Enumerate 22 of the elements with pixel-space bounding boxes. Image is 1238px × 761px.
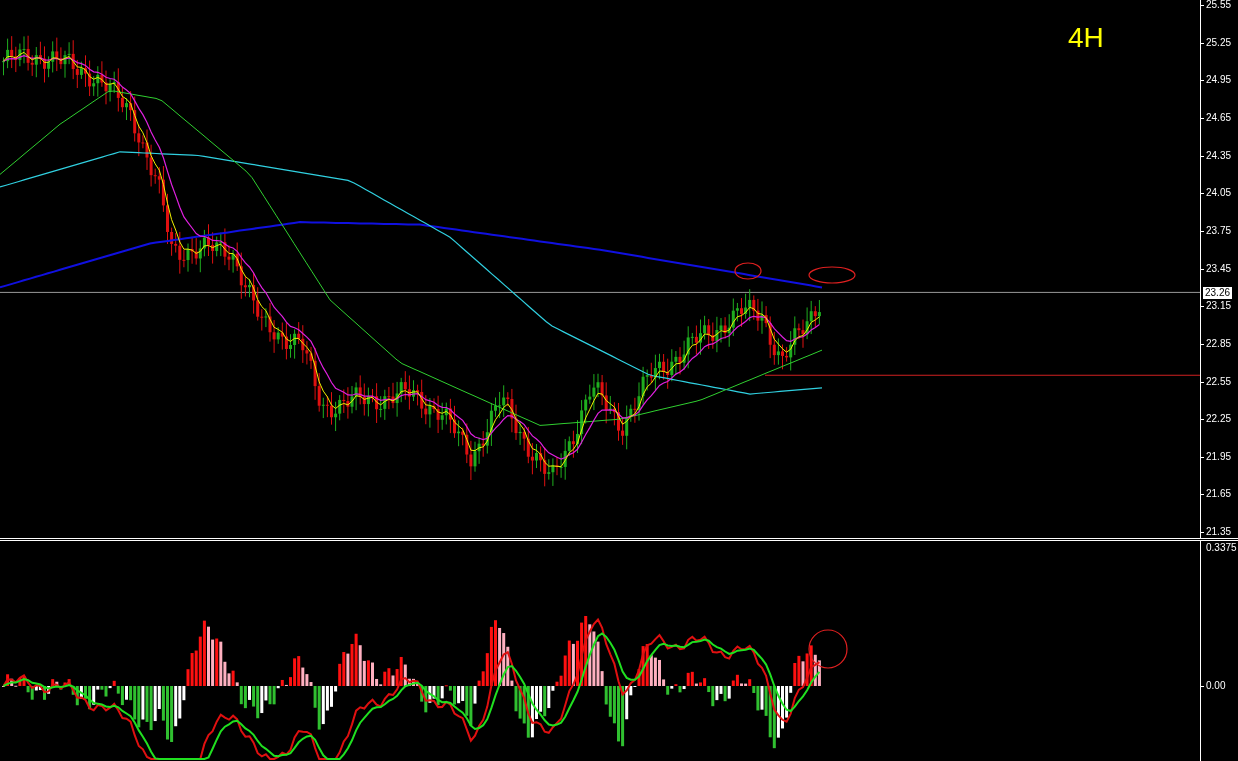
price-axis-label: 22.55 [1206, 375, 1232, 388]
price-axis-label: 25.25 [1206, 36, 1232, 49]
timeframe-label: 4H [1068, 22, 1104, 54]
price-axis-label: 21.95 [1206, 450, 1232, 463]
price-axis-label: 23.15 [1206, 300, 1232, 313]
highlight-ellipse [808, 266, 856, 284]
price-axis-label: 23.45 [1206, 262, 1232, 275]
current-price-label: 23.26 [1203, 287, 1233, 299]
price-axis-label: 21.35 [1206, 526, 1232, 539]
price-axis-label: 22.85 [1206, 337, 1232, 350]
price-axis-label: 24.35 [1206, 149, 1232, 162]
highlight-ellipse [734, 262, 762, 280]
indicator-axis-label: 0.00 [1206, 680, 1226, 692]
price-axis-label: 21.65 [1206, 488, 1232, 501]
price-axis-label: 23.75 [1206, 224, 1232, 237]
price-axis-label: 24.65 [1206, 111, 1232, 124]
price-axis-label: 22.25 [1206, 413, 1232, 426]
price-axis-label: 24.05 [1206, 187, 1232, 200]
indicator-axis-label: 0.3375 [1206, 542, 1237, 554]
highlight-circle [808, 629, 848, 669]
price-axis-label: 24.95 [1206, 74, 1232, 87]
price-axis-label: 25.55 [1206, 0, 1232, 11]
